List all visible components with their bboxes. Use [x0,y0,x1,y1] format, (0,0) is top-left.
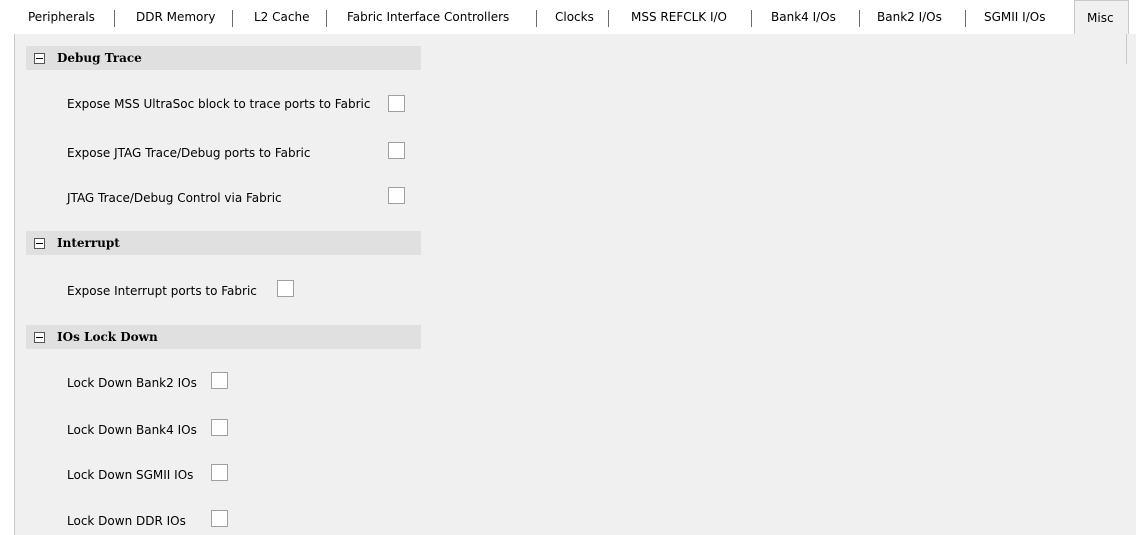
collapse-icon[interactable] [34,331,45,343]
tab-separator [608,10,609,27]
tab-mss-refclk-io[interactable]: MSS REFCLK I/O [617,0,741,34]
tab-separator [751,10,752,27]
option-expose-interrupt: Expose Interrupt ports to Fabric [67,281,257,301]
tab-label: Clocks [555,10,594,24]
panel-edge [1126,34,1127,64]
tab-separator [232,10,233,27]
option-jtag-control-fabric: JTAG Trace/Debug Control via Fabric [67,188,282,208]
option-lock-bank4: Lock Down Bank4 IOs [67,420,197,440]
jtag-control-fabric-checkbox[interactable] [388,187,405,204]
lock-bank2-checkbox[interactable] [211,372,228,389]
option-label: Lock Down DDR IOs [67,514,186,528]
tab-sgmii-ios[interactable]: SGMII I/Os [970,0,1059,34]
expose-ultrasoc-trace-checkbox[interactable] [388,95,405,112]
tab-label: Misc [1087,11,1114,25]
tab-label: Fabric Interface Controllers [347,10,510,24]
section-header-interrupt[interactable]: Interrupt [26,231,421,255]
tab-fabric-interface-controllers[interactable]: Fabric Interface Controllers [333,0,523,34]
tab-separator [859,10,860,27]
collapse-icon[interactable] [34,237,45,249]
option-label: JTAG Trace/Debug Control via Fabric [67,191,282,205]
tab-label: L2 Cache [254,10,310,24]
tab-label: SGMII I/Os [984,10,1046,24]
tab-bank2-ios[interactable]: Bank2 I/Os [863,0,956,34]
tab-separator [114,10,115,27]
tab-separator [326,10,327,27]
option-label: Expose Interrupt ports to Fabric [67,284,257,298]
collapse-icon[interactable] [34,52,45,64]
tab-misc[interactable]: Misc [1074,0,1129,35]
lock-ddr-checkbox[interactable] [211,510,228,527]
option-expose-jtag-trace: Expose JTAG Trace/Debug ports to Fabric [67,143,310,163]
option-expose-ultrasoc-trace: Expose MSS UltraSoc block to trace ports… [67,94,370,114]
option-lock-ddr: Lock Down DDR IOs [67,511,186,531]
tab-label: Bank2 I/Os [877,10,942,24]
tab-separator [965,10,966,27]
option-label: Lock Down Bank4 IOs [67,423,197,437]
section-title: Interrupt [57,236,120,250]
lock-bank4-checkbox[interactable] [211,419,228,436]
tab-label: DDR Memory [136,10,216,24]
section-title: IOs Lock Down [57,330,158,344]
tab-bank4-ios[interactable]: Bank4 I/Os [757,0,850,34]
section-title: Debug Trace [57,51,142,65]
tab-clocks[interactable]: Clocks [541,0,608,34]
section-header-debug-trace[interactable]: Debug Trace [26,46,421,70]
option-label: Expose MSS UltraSoc block to trace ports… [67,97,371,111]
option-label: Lock Down Bank2 IOs [67,376,197,390]
section-header-ios-lock-down[interactable]: IOs Lock Down [26,325,421,349]
tab-ddr-memory[interactable]: DDR Memory [122,0,229,34]
tab-separator [536,10,537,27]
option-label: Lock Down SGMII IOs [67,468,194,482]
expose-jtag-trace-checkbox[interactable] [388,142,405,159]
expose-interrupt-checkbox[interactable] [277,280,294,297]
misc-panel: Debug Trace Expose MSS UltraSoc block to… [14,34,1136,535]
tab-label: MSS REFCLK I/O [631,10,727,24]
lock-sgmii-checkbox[interactable] [211,464,228,481]
option-label: Expose JTAG Trace/Debug ports to Fabric [67,146,311,160]
tab-bar: Peripherals DDR Memory L2 Cache Fabric I… [0,0,1136,35]
option-lock-bank2: Lock Down Bank2 IOs [67,373,197,393]
option-lock-sgmii: Lock Down SGMII IOs [67,465,193,485]
tab-label: Peripherals [28,10,95,24]
tab-l2-cache[interactable]: L2 Cache [240,0,323,34]
tab-label: Bank4 I/Os [771,10,836,24]
tab-peripherals[interactable]: Peripherals [14,0,109,34]
